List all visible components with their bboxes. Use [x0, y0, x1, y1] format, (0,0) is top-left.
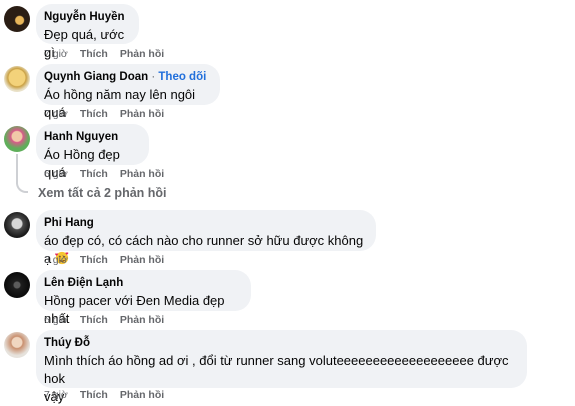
- reply-button[interactable]: Phản hồi: [120, 313, 164, 327]
- comment-author[interactable]: Lên Điện Lạnh: [44, 276, 241, 291]
- thread-line: [16, 154, 18, 184]
- comment-bubble: Phi Hang áo đẹp có, có cách nào cho runn…: [36, 210, 376, 266]
- reply-button[interactable]: Phản hồi: [120, 167, 164, 181]
- comment-text-line-1: Mình thích áo hồng ad ơi , đổi từ runner…: [44, 353, 509, 386]
- follow-button[interactable]: Theo dõi: [158, 71, 206, 83]
- comment-actions: 7 giờ Thích Phản hồi: [44, 107, 164, 121]
- like-button[interactable]: Thích: [80, 167, 108, 181]
- comment-actions: 6 giờ Thích Phản hồi: [44, 167, 164, 181]
- comment-bubble: Thúy Đỗ Mình thích áo hồng ad ơi , đổi t…: [36, 330, 527, 404]
- comment-actions: 3 giờ Thích Phản hồi: [44, 253, 164, 267]
- like-button[interactable]: Thích: [80, 107, 108, 121]
- comment-author[interactable]: Nguyễn Huyền: [44, 10, 129, 25]
- thread-curve: [16, 183, 28, 193]
- comment-bubble: Lên Điện Lạnh Hồng pacer với Đen Media đ…: [36, 270, 251, 326]
- comment-time[interactable]: 3 giờ: [44, 253, 68, 267]
- comment-actions: 7 giờ Thích Phản hồi: [44, 47, 164, 61]
- reply-button[interactable]: Phản hồi: [120, 388, 164, 402]
- avatar[interactable]: [4, 332, 30, 358]
- reply-button[interactable]: Phản hồi: [120, 253, 164, 267]
- like-button[interactable]: Thích: [80, 388, 108, 402]
- avatar[interactable]: [4, 272, 30, 298]
- comment-time[interactable]: 7 giờ: [44, 47, 68, 61]
- comment-time[interactable]: 6 giờ: [44, 167, 68, 181]
- reply-button[interactable]: Phản hồi: [120, 107, 164, 121]
- like-button[interactable]: Thích: [80, 253, 108, 267]
- like-button[interactable]: Thích: [80, 313, 108, 327]
- comment-author[interactable]: Hanh Nguyen: [44, 130, 139, 145]
- comment-actions: 6 giờ Thích Phản hồi: [44, 313, 164, 327]
- comment-time[interactable]: 7 giờ: [44, 388, 68, 402]
- like-button[interactable]: Thích: [80, 47, 108, 61]
- comment-actions: 7 giờ Thích Phản hồi: [44, 388, 164, 402]
- avatar[interactable]: [4, 212, 30, 238]
- comment-author[interactable]: Quynh Giang Doan: [44, 71, 148, 83]
- comment-author-line: Quynh Giang Doan · Theo dõi: [44, 70, 210, 85]
- comment-bubble: Quynh Giang Doan · Theo dõi Áo hồng năm …: [36, 64, 220, 120]
- comment-time[interactable]: 7 giờ: [44, 107, 68, 121]
- comment-bubble: Nguyễn Huyền Đẹp quá, ước gì: [36, 4, 139, 60]
- comment-author[interactable]: Phi Hang: [44, 216, 366, 231]
- comment-time[interactable]: 6 giờ: [44, 313, 68, 327]
- avatar[interactable]: [4, 126, 30, 152]
- avatar[interactable]: [4, 6, 30, 32]
- comment-bubble: Hanh Nguyen Áo Hồng đẹp quá: [36, 124, 149, 180]
- avatar[interactable]: [4, 66, 30, 92]
- comment-author[interactable]: Thúy Đỗ: [44, 336, 517, 351]
- view-replies-link[interactable]: Xem tất cả 2 phản hồi: [38, 186, 167, 200]
- reply-button[interactable]: Phản hồi: [120, 47, 164, 61]
- separator-dot: ·: [151, 71, 156, 83]
